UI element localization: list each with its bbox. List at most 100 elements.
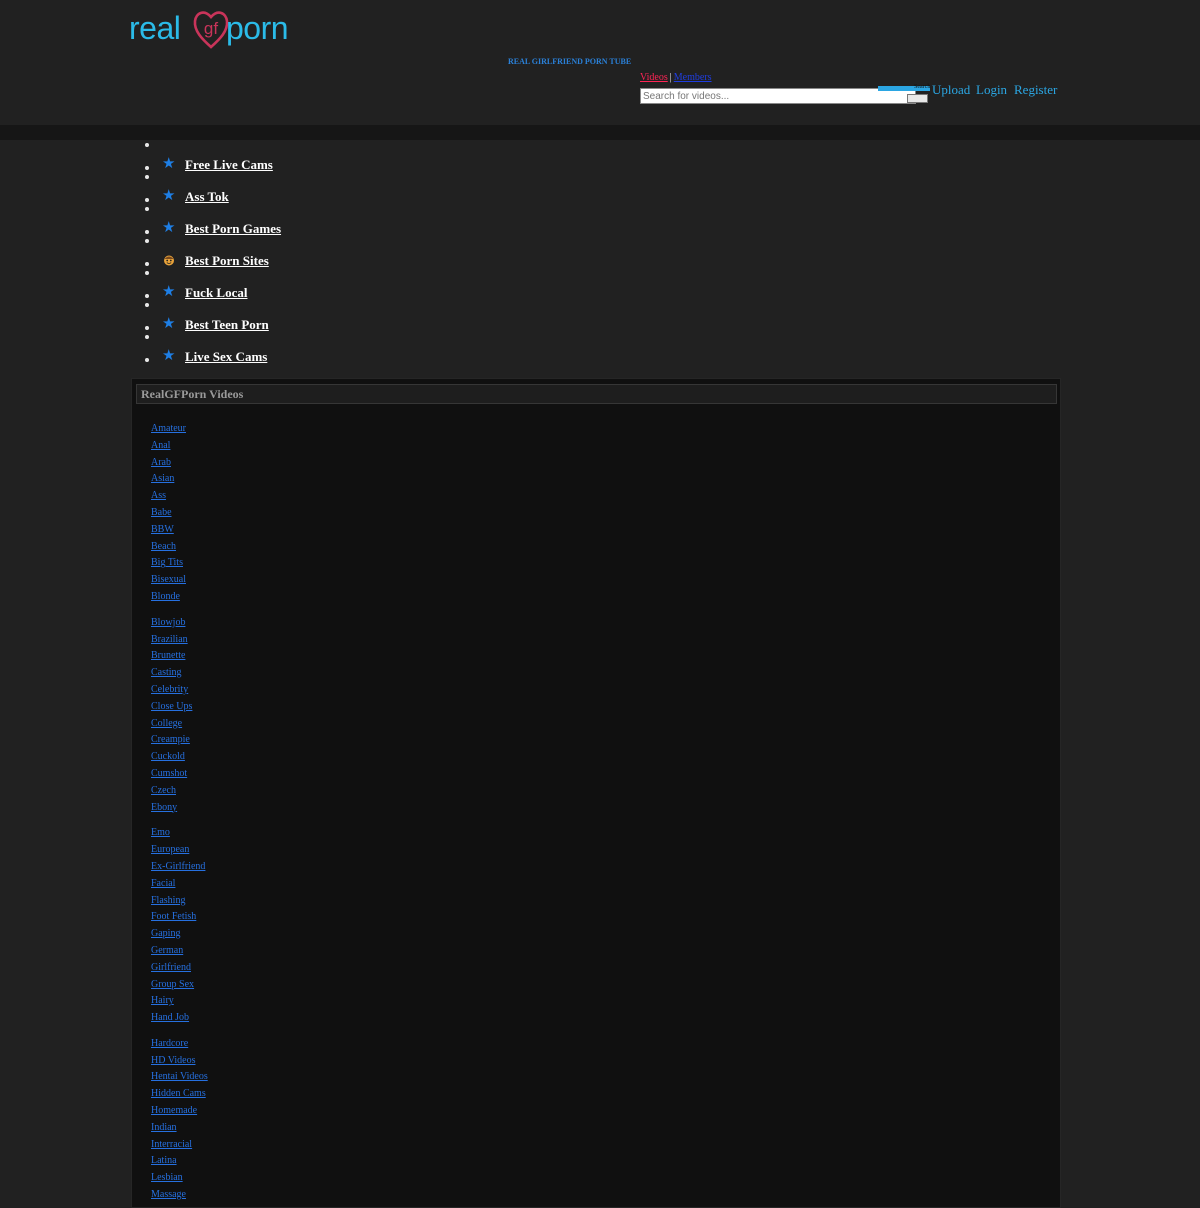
category-link[interactable]: Cuckold (151, 751, 185, 762)
list-item: College (151, 714, 208, 731)
list-item: Casting (151, 663, 208, 680)
list-item: Ebony (151, 798, 208, 815)
bullet (145, 271, 149, 275)
category-link[interactable]: Facial (151, 878, 175, 889)
promo-link-free-live-cams[interactable]: Free Live Cams (185, 157, 273, 173)
category-link[interactable]: Blonde (151, 591, 180, 602)
category-link[interactable]: Bisexual (151, 574, 186, 585)
logo-text-porn: porn (226, 10, 289, 46)
category-link[interactable]: BBW (151, 524, 174, 535)
logo-text-gf: gf (204, 19, 218, 38)
list-item: BBW (151, 520, 208, 537)
search-type-tabs: Videos | Members (640, 72, 712, 83)
category-link[interactable]: Girlfriend (151, 962, 191, 973)
bullet (145, 262, 149, 266)
category-link[interactable]: Emo (151, 827, 170, 838)
category-link[interactable]: Anal (151, 440, 170, 451)
category-link[interactable]: Hentai Videos (151, 1071, 208, 1082)
category-link[interactable]: Big Tits (151, 557, 183, 568)
category-link[interactable]: Celebrity (151, 684, 188, 695)
star-icon: ★ (162, 348, 176, 364)
category-link[interactable]: Latina (151, 1155, 177, 1166)
category-link[interactable]: Hardcore (151, 1038, 188, 1049)
list-item: Lesbian (151, 1168, 208, 1185)
category-link[interactable]: Brunette (151, 650, 185, 661)
list-item: German (151, 941, 208, 958)
category-link[interactable]: Foot Fetish (151, 911, 196, 922)
login-link[interactable]: Login (976, 82, 1007, 98)
list-item: Massage (151, 1185, 208, 1202)
category-link[interactable]: Flashing (151, 895, 185, 906)
list-item: Ex-Girlfriend (151, 857, 208, 874)
category-link[interactable]: HD Videos (151, 1055, 196, 1066)
categories-panel: RealGFPorn Videos Amateur Anal Arab Asian As… (131, 378, 1061, 1208)
list-item: Blowjob (151, 613, 208, 630)
category-link[interactable]: European (151, 844, 189, 855)
list-item: Hairy (151, 991, 208, 1008)
list-item: Big Tits (151, 553, 208, 570)
list-item: Flashing (151, 891, 208, 908)
category-link[interactable]: Homemade (151, 1105, 197, 1116)
bullet (145, 166, 149, 170)
category-link[interactable]: Beach (151, 541, 176, 552)
list-item: Brunette (151, 646, 208, 663)
upload-link[interactable]: Upload (932, 82, 970, 98)
logo-text-real: real (129, 10, 181, 46)
category-link[interactable]: Hand Job (151, 1012, 189, 1023)
list-item: Hentai Videos (151, 1067, 208, 1084)
bullet (145, 326, 149, 330)
star-icon: ★ (162, 156, 176, 172)
category-link[interactable]: Group Sex (151, 979, 194, 990)
category-link[interactable]: Hidden Cams (151, 1088, 206, 1099)
search-button[interactable] (907, 94, 928, 103)
category-list: Amateur Anal Arab Asian Ass Babe BBW Beach Big T… (151, 419, 208, 1202)
category-link[interactable]: Gaping (151, 928, 180, 939)
list-item: Beach (151, 537, 208, 554)
list-item: Hand Job (151, 1008, 208, 1025)
list-item: Anal (151, 436, 208, 453)
category-link[interactable]: Hairy (151, 995, 174, 1006)
tab-separator: | (669, 72, 672, 83)
star-icon: ★ (162, 188, 176, 204)
category-link[interactable]: College (151, 718, 182, 729)
promo-link-ass-tok[interactable]: Ass Tok (185, 189, 229, 205)
list-item: Celebrity (151, 680, 208, 697)
list-item: Hardcore (151, 1034, 208, 1051)
tab-videos[interactable]: Videos (640, 72, 668, 83)
list-item: Facial (151, 874, 208, 891)
category-link[interactable]: German (151, 945, 183, 956)
category-link[interactable]: Cumshot (151, 768, 187, 779)
category-link[interactable]: Ex-Girlfriend (151, 861, 205, 872)
promo-link-best-porn-games[interactable]: Best Porn Games (185, 221, 281, 237)
category-link[interactable]: Massage (151, 1189, 186, 1200)
category-link[interactable]: Casting (151, 667, 182, 678)
search-input[interactable] (640, 88, 916, 104)
list-item: European (151, 840, 208, 857)
category-link[interactable]: Czech (151, 785, 176, 796)
category-link[interactable]: Ebony (151, 802, 177, 813)
list-item: Brazilian (151, 630, 208, 647)
promo-link-fuck-local[interactable]: Fuck Local (185, 285, 247, 301)
promo-link-best-porn-sites[interactable]: Best Porn Sites (185, 253, 269, 269)
list-item: Group Sex (151, 975, 208, 992)
promo-link-live-sex-cams[interactable]: Live Sex Cams (185, 349, 267, 365)
category-link[interactable]: Amateur (151, 423, 186, 434)
category-link[interactable]: Creampie (151, 734, 190, 745)
category-link[interactable]: Brazilian (151, 634, 188, 645)
list-item: Gaping (151, 924, 208, 941)
tab-members[interactable]: Members (674, 72, 712, 83)
category-link[interactable]: Asian (151, 473, 174, 484)
register-link[interactable]: Register (1014, 82, 1057, 98)
category-link[interactable]: Interracial (151, 1139, 192, 1150)
category-link[interactable]: Indian (151, 1122, 177, 1133)
category-link[interactable]: Ass (151, 490, 166, 501)
category-link[interactable]: Close Ups (151, 701, 192, 712)
category-link[interactable]: Lesbian (151, 1172, 183, 1183)
pornhub-face-icon (164, 255, 174, 266)
category-link[interactable]: Arab (151, 457, 171, 468)
category-link[interactable]: Blowjob (151, 617, 185, 628)
promo-link-best-teen-porn[interactable]: Best Teen Porn (185, 317, 269, 333)
list-item: Babe (151, 503, 208, 520)
list-item: Arab (151, 453, 208, 470)
category-link[interactable]: Babe (151, 507, 172, 518)
